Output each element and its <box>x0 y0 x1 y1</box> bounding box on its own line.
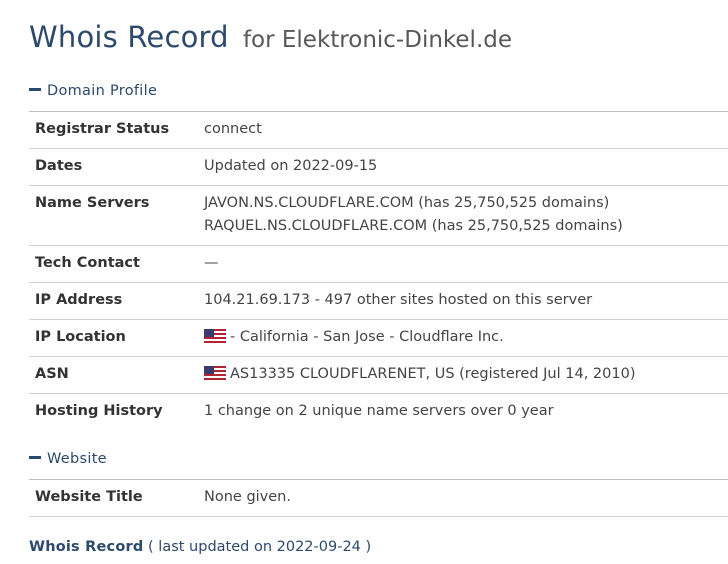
us-flag-icon <box>204 329 226 343</box>
section-header-website[interactable]: Website <box>29 449 107 469</box>
row-label: Website Title <box>35 489 143 505</box>
section-header-label: Website <box>47 451 107 467</box>
row-label: Tech Contact <box>35 255 140 271</box>
row-divider <box>29 516 728 517</box>
row-label: Dates <box>35 158 83 174</box>
row-label: Name Servers <box>35 195 150 211</box>
row-label: IP Address <box>35 292 123 308</box>
row-divider <box>29 356 728 357</box>
last-updated-note: ( last updated on 2022-09-24 ) <box>148 539 372 555</box>
row-divider <box>29 319 728 320</box>
row-value: Updated on 2022-09-15 <box>204 158 378 174</box>
row-divider <box>29 185 728 186</box>
row-value: AS13335 CLOUDFLARENET, US (registered Ju… <box>204 363 635 386</box>
row-value: None given. <box>204 489 291 505</box>
whois-record-link[interactable]: Whois Record <box>29 539 143 555</box>
page-title-domain: for Elektronic-Dinkel.de <box>242 27 513 53</box>
row-divider <box>29 148 728 149</box>
ip-address-link[interactable]: 104.21.69.173 - 497 other sites hosted o… <box>204 289 592 312</box>
row-divider <box>29 393 728 394</box>
row-divider <box>29 245 728 246</box>
collapse-minus-icon[interactable] <box>29 455 41 459</box>
ip-location-text: - California - San Jose - Cloudflare Inc… <box>230 329 504 345</box>
section-divider <box>29 479 728 480</box>
page-title: Whois Record for Elektronic-Dinkel.de <box>29 16 512 60</box>
us-flag-icon <box>204 366 226 380</box>
section-divider <box>29 111 728 112</box>
page-title-main: Whois Record <box>29 20 229 54</box>
asn-text: AS13335 CLOUDFLARENET, US (registered Ju… <box>230 366 636 382</box>
collapse-minus-icon[interactable] <box>29 87 41 91</box>
row-label: IP Location <box>35 329 126 345</box>
name-server-1[interactable]: JAVON.NS.CLOUDFLARE.COM (has 25,750,525 … <box>204 192 609 215</box>
name-server-2[interactable]: RAQUEL.NS.CLOUDFLARE.COM (has 25,750,525… <box>204 215 623 238</box>
row-value: — <box>204 255 219 271</box>
section-header-domain-profile[interactable]: Domain Profile <box>29 81 157 101</box>
footer: Whois Record ( last updated on 2022-09-2… <box>29 536 371 558</box>
section-header-label: Domain Profile <box>47 83 158 99</box>
row-value: connect <box>204 121 262 137</box>
row-label: ASN <box>35 366 69 382</box>
row-label: Registrar Status <box>35 121 170 137</box>
row-value: - California - San Jose - Cloudflare Inc… <box>204 326 504 349</box>
hosting-history-link[interactable]: 1 change on 2 unique name servers over 0… <box>204 400 554 423</box>
row-label: Hosting History <box>35 403 163 419</box>
row-divider <box>29 282 728 283</box>
